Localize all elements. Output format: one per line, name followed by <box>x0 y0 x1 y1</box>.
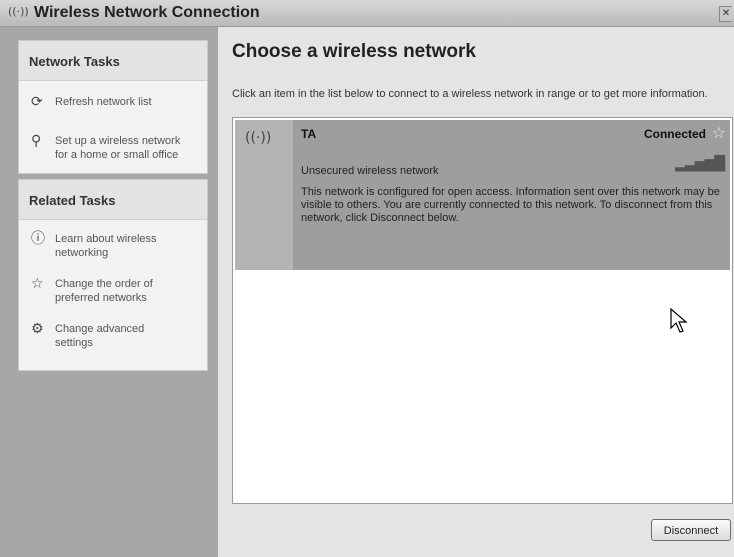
info-icon: ⓘ <box>31 231 45 247</box>
network-ssid: TA <box>301 127 317 141</box>
instructions-text: Click an item in the list below to conne… <box>232 88 708 100</box>
related-tasks-header: Related Tasks <box>19 180 207 220</box>
related-tasks-panel: Related Tasks ⓘ Learn about wireless net… <box>18 179 208 371</box>
star-icon: ☆ <box>31 276 44 292</box>
setup-wireless-label-line2: for a home or small office <box>55 149 179 161</box>
network-description: This network is configured for open acce… <box>301 186 720 224</box>
change-order-label-line2: preferred networks <box>55 292 147 304</box>
learn-wireless-label-line1: Learn about wireless <box>55 233 157 245</box>
preferred-star-icon: ☆ <box>711 123 726 142</box>
advanced-settings-label-line1: Change advanced <box>55 323 145 335</box>
main-pane: Choose a wireless network Click an item … <box>218 27 734 557</box>
change-order-label-line1: Change the order of <box>55 278 153 290</box>
setup-wireless-label-line1: Set up a wireless network <box>55 135 181 147</box>
advanced-settings-label-line2: settings <box>55 337 93 349</box>
wireless-network-list[interactable]: ((·)) TA Connected ☆ Unsecured wireless … <box>232 117 733 504</box>
wireless-network-connection-window: ((·)) Wireless Network Connection ✕ Netw… <box>0 0 734 557</box>
network-tasks-header: Network Tasks <box>19 41 207 81</box>
refresh-network-list-label: Refresh network list <box>55 96 152 108</box>
learn-wireless-label-line2: networking <box>55 247 109 259</box>
refresh-icon: ⟳ <box>31 94 43 110</box>
network-icon-column: ((·)) <box>235 120 293 270</box>
connection-status: Connected <box>643 127 706 141</box>
task-pane: Network Tasks ⟳ Refresh network list ⚲ S… <box>0 27 218 557</box>
close-icon[interactable]: ✕ <box>719 6 732 22</box>
mouse-cursor-icon <box>670 308 688 333</box>
network-security-type: Unsecured wireless network <box>301 165 439 177</box>
signal-strength-icon: ▂▃▅▆█ <box>675 156 725 172</box>
title-bar: ((·)) Wireless Network Connection ✕ <box>0 0 734 27</box>
window-title: Wireless Network Connection <box>34 4 260 21</box>
disconnect-button[interactable]: Disconnect <box>651 519 731 541</box>
network-list-item[interactable]: ((·)) TA Connected ☆ Unsecured wireless … <box>235 120 730 333</box>
settings-icon: ⚙ <box>31 321 44 337</box>
setup-wireless-icon: ⚲ <box>31 133 42 149</box>
wireless-antenna-icon: ((·)) <box>245 130 272 146</box>
network-tasks-panel: Network Tasks ⟳ Refresh network list ⚲ S… <box>18 40 208 174</box>
wireless-antenna-icon: ((·)) <box>8 5 29 18</box>
page-title: Choose a wireless network <box>232 41 476 62</box>
